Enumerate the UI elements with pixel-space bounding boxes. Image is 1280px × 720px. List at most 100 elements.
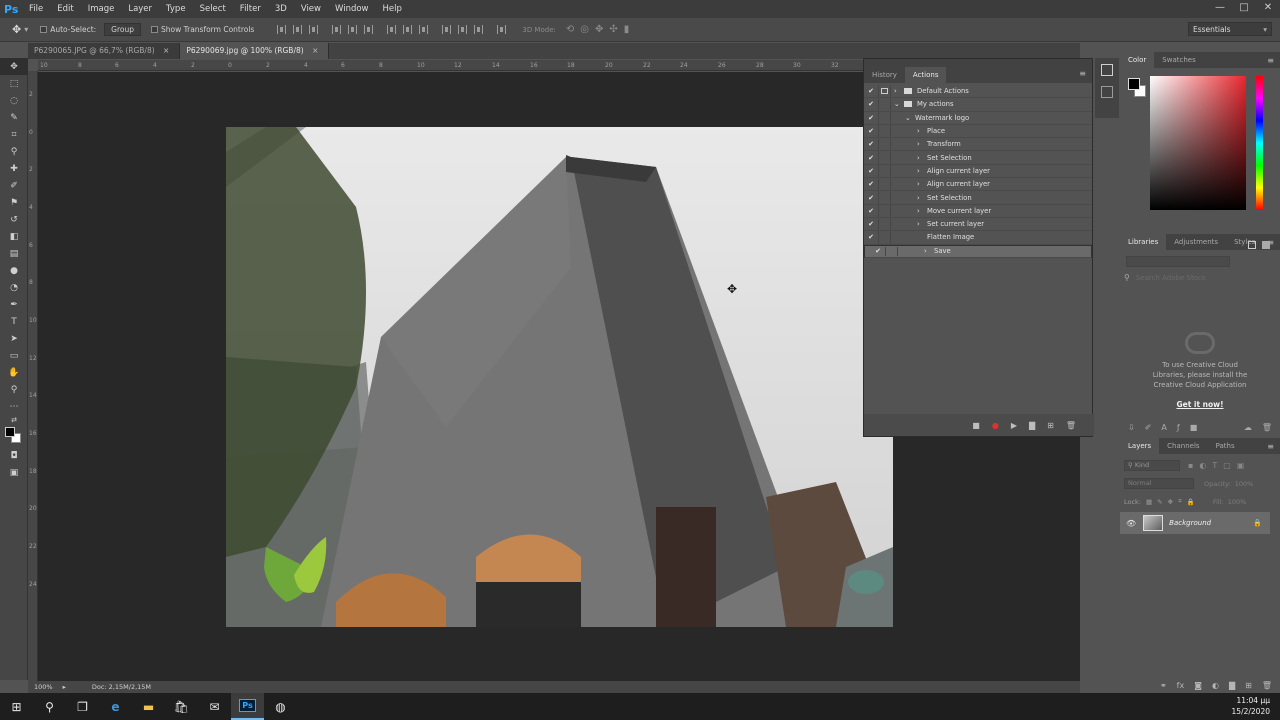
toggle-check-icon[interactable]: ✔ xyxy=(864,220,878,228)
library-delete-icon[interactable]: 🗑 xyxy=(1262,423,1280,432)
blend-mode-select[interactable]: Normal xyxy=(1124,478,1194,489)
link-layers-icon[interactable]: ⚭ xyxy=(1160,681,1167,690)
gradient-tool-icon[interactable]: ▤ xyxy=(0,245,28,262)
panel-menu-icon[interactable]: ≡ xyxy=(1073,69,1092,83)
add-char-style-icon[interactable]: A xyxy=(1161,423,1166,432)
toggle-check-icon[interactable]: ✔ xyxy=(864,127,878,135)
play-icon[interactable]: ▶ xyxy=(1011,421,1017,430)
menu-type[interactable]: Type xyxy=(159,4,193,14)
menu-edit[interactable]: Edit xyxy=(50,4,80,14)
tab-adjustments[interactable]: Adjustments xyxy=(1166,234,1226,250)
menu-help[interactable]: Help xyxy=(376,4,409,14)
action-row[interactable]: ✔ › Set Selection xyxy=(864,151,1092,165)
brush-tool-icon[interactable]: ✐ xyxy=(0,177,28,194)
filter-adjust-icon[interactable]: ◐ xyxy=(1199,461,1206,470)
delete-icon[interactable]: 🗑 xyxy=(1066,421,1076,430)
3d-scale-icon[interactable]: ▮ xyxy=(624,24,630,35)
action-row[interactable]: ✔ › Set current layer xyxy=(864,217,1092,232)
file-explorer-icon[interactable]: ▬ xyxy=(132,693,165,720)
tab-color[interactable]: Color xyxy=(1120,52,1155,68)
tab-swatches[interactable]: Swatches xyxy=(1154,52,1203,68)
expand-chevron-icon[interactable]: › xyxy=(917,140,927,148)
search-taskbar-icon[interactable]: ⚲ xyxy=(33,693,66,720)
opacity-value[interactable]: 100% xyxy=(1235,480,1254,488)
action-row[interactable]: ✔ ⌄ My actions xyxy=(864,98,1092,112)
crop-tool-icon[interactable]: ⌗ xyxy=(0,126,28,143)
filter-pixel-icon[interactable]: ▪ xyxy=(1188,461,1193,470)
system-clock[interactable]: 11:04 μμ 15/2/2020 xyxy=(1232,695,1270,717)
edge-browser-icon[interactable]: e xyxy=(99,693,132,720)
lock-position-icon[interactable]: ✥ xyxy=(1168,498,1173,506)
group-select[interactable]: Group xyxy=(104,23,142,36)
add-brush-icon[interactable]: ✐ xyxy=(1145,423,1152,432)
hue-slider[interactable] xyxy=(1256,76,1263,210)
library-select[interactable] xyxy=(1126,256,1230,267)
dodge-tool-icon[interactable]: ◔ xyxy=(0,279,28,296)
lock-pixels-icon[interactable]: ▦ xyxy=(1146,498,1152,506)
hand-tool-icon[interactable]: ✋ xyxy=(0,364,28,381)
action-row[interactable]: ✔ › Transform xyxy=(864,138,1092,152)
app-circle-icon[interactable]: ◍ xyxy=(264,693,297,720)
type-tool-icon[interactable]: T xyxy=(0,313,28,330)
tab-paths[interactable]: Paths xyxy=(1208,438,1243,454)
toggle-check-icon[interactable]: ✔ xyxy=(864,100,878,108)
history-dock-icon[interactable] xyxy=(1101,86,1113,98)
new-set-icon[interactable]: ▇ xyxy=(1029,421,1035,430)
align-top-icon[interactable] xyxy=(277,25,287,34)
add-layer-style-icon[interactable]: ƒ xyxy=(1177,423,1180,432)
expand-chevron-icon[interactable]: › xyxy=(917,180,927,188)
blur-tool-icon[interactable]: ● xyxy=(0,262,28,279)
fill-value[interactable]: 100% xyxy=(1228,498,1247,506)
action-row-selected[interactable]: ✔ › Save xyxy=(864,244,1092,258)
toggle-check-icon[interactable]: ✔ xyxy=(864,114,878,122)
distribute-bottom-icon[interactable] xyxy=(419,25,429,34)
mail-icon[interactable]: ✉ xyxy=(198,693,231,720)
path-select-tool-icon[interactable]: ➤ xyxy=(0,330,28,347)
action-row[interactable]: ✔ › Align current layer xyxy=(864,178,1092,192)
photoshop-taskbar-icon[interactable]: Ps xyxy=(231,693,264,720)
3d-roll-icon[interactable]: ◎ xyxy=(580,24,589,35)
layer-style-fx-icon[interactable]: fx xyxy=(1177,681,1185,690)
task-view-icon[interactable]: ❐ xyxy=(66,693,99,720)
auto-select-option[interactable]: Auto-Select: xyxy=(40,25,96,34)
tab-p6290065[interactable]: P6290065.JPG @ 66,7% (RGB/8) × xyxy=(28,43,181,59)
history-brush-tool-icon[interactable]: ↺ xyxy=(0,211,28,228)
workspace-select[interactable]: Essentials ▾ xyxy=(1188,22,1272,36)
tab-layers[interactable]: Layers xyxy=(1120,438,1160,454)
expand-chevron-icon[interactable]: › xyxy=(917,167,927,175)
toggle-check-icon[interactable]: ✔ xyxy=(864,233,878,241)
collapse-chevron-icon[interactable]: ⌄ xyxy=(894,100,904,108)
menu-file[interactable]: File xyxy=(22,4,50,14)
show-transform-option[interactable]: Show Transform Controls xyxy=(151,25,254,34)
lock-artboard-icon[interactable]: ⌗ xyxy=(1178,497,1182,506)
menu-select[interactable]: Select xyxy=(193,4,233,14)
3d-pan-icon[interactable]: ✥ xyxy=(595,24,603,35)
close-tab-icon[interactable]: × xyxy=(163,46,169,55)
tab-actions[interactable]: Actions xyxy=(904,67,947,83)
status-arrow-icon[interactable]: ▸ xyxy=(63,683,66,691)
new-group-icon[interactable]: ▇ xyxy=(1229,681,1235,690)
tool-preset-chevron-icon[interactable]: ▾ xyxy=(24,25,28,34)
tab-channels[interactable]: Channels xyxy=(1159,438,1207,454)
distribute-vcenter-icon[interactable] xyxy=(403,25,413,34)
expand-chevron-icon[interactable]: › xyxy=(917,154,927,162)
new-layer-icon[interactable]: ⊞ xyxy=(1245,681,1252,690)
layer-row-background[interactable]: 👁 Background 🔒 xyxy=(1120,512,1270,534)
zoom-tool-icon[interactable]: ⚲ xyxy=(0,381,28,398)
new-action-icon[interactable]: ⊞ xyxy=(1047,421,1054,430)
tab-libraries[interactable]: Libraries xyxy=(1120,234,1167,250)
action-row[interactable]: ✔ › Default Actions xyxy=(864,85,1092,99)
auto-select-checkbox[interactable] xyxy=(40,26,48,33)
expand-chevron-icon[interactable]: › xyxy=(894,87,904,95)
foreground-color-swatch[interactable] xyxy=(5,427,15,437)
tab-styles[interactable]: Styles xyxy=(1226,234,1263,250)
close-window-button[interactable]: ✕ xyxy=(1256,0,1280,16)
delete-layer-icon[interactable]: 🗑 xyxy=(1262,681,1272,690)
library-list-view-icon[interactable] xyxy=(1262,241,1270,249)
tab-history[interactable]: History xyxy=(864,67,905,83)
lock-paint-icon[interactable]: ✎ xyxy=(1157,498,1162,506)
align-left-icon[interactable] xyxy=(332,25,342,34)
add-color-icon[interactable]: ■ xyxy=(1190,423,1198,432)
clone-stamp-tool-icon[interactable]: ⚑ xyxy=(0,194,28,211)
action-row[interactable]: ✔ › Move current layer xyxy=(864,204,1092,218)
